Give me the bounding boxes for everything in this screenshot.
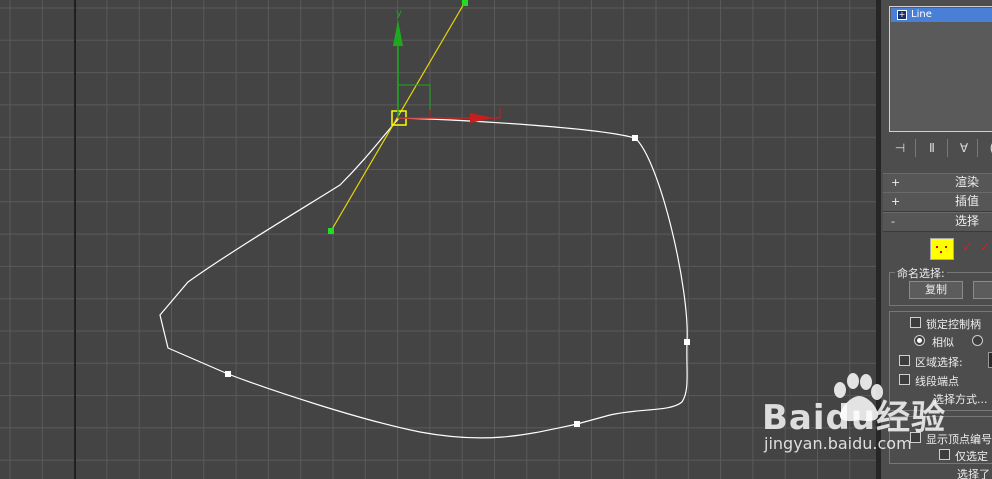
remove-modifier-icon[interactable]: ( bbox=[983, 140, 992, 156]
tangent-handle-out[interactable] bbox=[462, 0, 468, 6]
modifier-item-line[interactable]: + Line bbox=[891, 8, 992, 22]
modifier-item-label: Line bbox=[911, 9, 932, 20]
segment-selection-level-icon[interactable]: ✓ bbox=[962, 240, 973, 255]
command-panel: + Line ⊣ Ⅱ ∀ ( + 渲染 + 插值 - 选择 ✓ ✓ 命名选择: … bbox=[881, 0, 992, 479]
toolbar-separator bbox=[977, 139, 978, 157]
selection-status-text: 选择了 bbox=[957, 468, 990, 479]
rollout-interpolation[interactable]: + 插值 bbox=[883, 192, 992, 212]
area-select-spinner[interactable] bbox=[988, 352, 992, 368]
toolbar-separator bbox=[915, 139, 916, 157]
similar-radio[interactable] bbox=[914, 335, 925, 346]
vertex-handle[interactable] bbox=[225, 371, 231, 377]
paste-button[interactable] bbox=[973, 281, 992, 299]
viewport-perspective[interactable]: y bbox=[0, 0, 876, 479]
copy-button[interactable]: 复制 bbox=[909, 281, 963, 299]
make-unique-icon[interactable]: ∀ bbox=[955, 140, 973, 156]
spline-selection-level-icon[interactable]: ✓ bbox=[980, 240, 991, 255]
plus-box-icon[interactable]: + bbox=[897, 10, 907, 20]
vertex-handle[interactable] bbox=[684, 339, 690, 345]
similar-label: 相似 bbox=[932, 336, 954, 349]
rollout-toggle: + bbox=[891, 176, 901, 189]
spline-line[interactable] bbox=[159, 117, 688, 439]
lock-handles-checkbox[interactable] bbox=[910, 317, 921, 328]
selected-only-label: 仅选定 bbox=[955, 450, 988, 463]
rollout-toggle: - bbox=[891, 215, 895, 228]
segment-end-label: 线段端点 bbox=[915, 375, 959, 388]
lock-handles-label: 锁定控制柄 bbox=[926, 318, 981, 331]
show-vertex-numbers-checkbox[interactable] bbox=[910, 432, 921, 443]
rollout-title: 选择 bbox=[955, 214, 980, 228]
show-vertex-numbers-label: 显示顶点编号 bbox=[926, 433, 992, 446]
gizmo-y-arrow-icon[interactable] bbox=[393, 20, 403, 46]
named-selection-label: 命名选择: bbox=[895, 265, 947, 281]
segment-end-checkbox[interactable] bbox=[899, 374, 910, 385]
viewport-canvas[interactable]: y bbox=[0, 0, 876, 479]
vertex-handle[interactable] bbox=[574, 421, 580, 427]
area-select-label: 区域选择: bbox=[915, 356, 963, 369]
modifier-stack-list[interactable]: + Line bbox=[889, 6, 992, 132]
pin-stack-icon[interactable]: ⊣ bbox=[891, 140, 909, 156]
axis-label-y: y bbox=[396, 8, 402, 19]
show-end-result-icon[interactable]: Ⅱ bbox=[923, 140, 941, 156]
rollout-selection[interactable]: - 选择 bbox=[883, 212, 992, 232]
rollout-render[interactable]: + 渲染 bbox=[883, 173, 992, 193]
rollout-title: 渲染 bbox=[955, 175, 980, 189]
toolbar-separator bbox=[947, 139, 948, 157]
vertex-handle[interactable] bbox=[632, 135, 638, 141]
select-by-button[interactable]: 选择方式... bbox=[933, 391, 988, 407]
vertex-selection-level-icon[interactable] bbox=[930, 238, 954, 260]
modifier-stack-toolbar: ⊣ Ⅱ ∀ ( bbox=[889, 138, 992, 158]
viewport-grid bbox=[0, 0, 876, 479]
transform-gizmo[interactable]: y bbox=[393, 8, 501, 123]
rollout-toggle: + bbox=[891, 195, 901, 208]
all-radio[interactable] bbox=[972, 335, 983, 346]
area-select-checkbox[interactable] bbox=[899, 355, 910, 366]
tangent-handle-in[interactable] bbox=[328, 228, 334, 234]
rollout-title: 插值 bbox=[955, 194, 980, 208]
selected-only-checkbox[interactable] bbox=[939, 449, 950, 460]
